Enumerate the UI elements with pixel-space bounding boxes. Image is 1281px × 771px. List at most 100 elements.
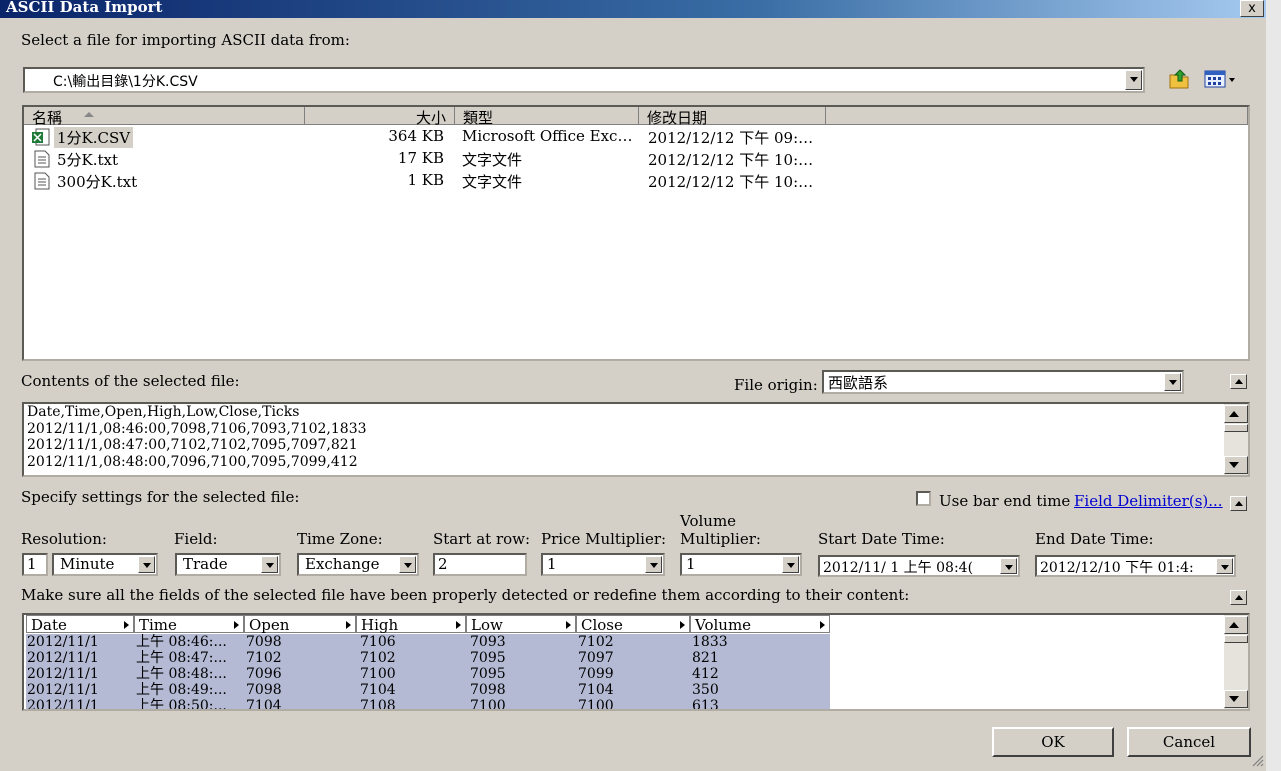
timezone-select[interactable]: Exchange bbox=[297, 553, 419, 576]
cancel-button[interactable]: Cancel bbox=[1127, 727, 1251, 757]
chevron-down-icon[interactable] bbox=[1125, 70, 1142, 90]
view-menu-icon[interactable] bbox=[1203, 68, 1243, 90]
file-origin-combo[interactable]: 西歐語系 bbox=[822, 370, 1184, 394]
cell-date: 2012/11/1 bbox=[27, 666, 99, 682]
field-select[interactable]: Trade bbox=[175, 553, 281, 576]
path-combo[interactable]: C:\輸出目錄\1分K.CSV bbox=[23, 67, 1145, 93]
chevron-down-icon[interactable] bbox=[1000, 558, 1017, 574]
scroll-down-button[interactable] bbox=[1224, 456, 1248, 474]
bar-end-checkbox[interactable] bbox=[916, 491, 931, 506]
volume-multiplier-select[interactable]: 1 bbox=[680, 553, 802, 576]
collapse-fields-button[interactable] bbox=[1230, 590, 1247, 605]
chevron-down-icon[interactable] bbox=[645, 556, 662, 573]
resolution-label: Resolution: bbox=[21, 530, 107, 548]
resize-grip-icon[interactable] bbox=[1250, 753, 1264, 767]
chevron-down-icon[interactable] bbox=[261, 556, 278, 573]
cell-date: 2012/11/1 bbox=[27, 682, 99, 698]
table-row[interactable]: 2012/11/1 上午 08:48:... 7096 7100 7095 70… bbox=[24, 666, 830, 682]
file-list[interactable]: 名稱 大小 類型 修改日期 1分K.CSV 364 KB Microsoft O… bbox=[22, 105, 1250, 361]
scroll-up-button[interactable] bbox=[1224, 616, 1248, 634]
field-header-low[interactable]: Low bbox=[466, 615, 576, 634]
file-type: Microsoft Office Exc… bbox=[462, 127, 633, 145]
cell-close: 7099 bbox=[578, 666, 614, 682]
field-menu-arrow-icon bbox=[566, 621, 571, 629]
cell-time: 上午 08:47:... bbox=[136, 650, 227, 666]
volume-multiplier-label-1: Volume bbox=[680, 512, 737, 530]
contents-line: 2012/11/1,08:47:00,7102,7102,7095,7097,8… bbox=[27, 437, 358, 453]
file-origin-label: File origin: bbox=[734, 376, 818, 394]
ok-button[interactable]: OK bbox=[992, 727, 1114, 757]
end-date-time-value: 2012/12/10 下午 01:4: bbox=[1040, 560, 1194, 576]
price-multiplier-value: 1 bbox=[547, 555, 557, 573]
field-header-time[interactable]: Time bbox=[134, 615, 244, 634]
fields-instruction-label: Make sure all the fields of the selected… bbox=[21, 586, 910, 604]
field-header-date[interactable]: Date bbox=[26, 615, 134, 634]
scroll-thumb[interactable] bbox=[1224, 424, 1248, 432]
column-header-blank bbox=[826, 107, 1248, 125]
contents-preview[interactable]: Date,Time,Open,High,Low,Close,Ticks 2012… bbox=[22, 402, 1250, 477]
field-header-label: Close bbox=[581, 616, 623, 634]
file-row-2[interactable]: 5分K.txt 17 KB 文字文件 2012/12/12 下午 10:… bbox=[32, 149, 1242, 169]
collapse-contents-button[interactable] bbox=[1230, 374, 1247, 389]
table-row[interactable]: 2012/11/1 上午 08:49:... 7098 7104 7098 71… bbox=[24, 682, 830, 698]
end-date-time-picker[interactable]: 2012/12/10 下午 01:4: bbox=[1035, 555, 1236, 577]
chevron-down-icon[interactable] bbox=[399, 556, 416, 573]
scroll-up-button[interactable] bbox=[1224, 405, 1248, 423]
cell-open: 7102 bbox=[246, 650, 282, 666]
resolution-number-value: 1 bbox=[27, 555, 37, 573]
fields-scrollbar[interactable] bbox=[1224, 615, 1248, 709]
file-row-3[interactable]: 300分K.txt 1 KB 文字文件 2012/12/12 下午 10:… bbox=[32, 171, 1242, 191]
chevron-down-icon[interactable] bbox=[138, 556, 155, 573]
resolution-unit-value: Minute bbox=[60, 555, 115, 573]
field-menu-arrow-icon bbox=[456, 621, 461, 629]
field-delimiter-link[interactable]: Field Delimiter(s)... bbox=[1074, 492, 1223, 510]
file-row-1[interactable]: 1分K.CSV 364 KB Microsoft Office Exc… 201… bbox=[32, 127, 1242, 148]
close-button[interactable]: x bbox=[1240, 0, 1264, 17]
column-header-type[interactable]: 類型 bbox=[455, 107, 639, 127]
resolution-number-input[interactable]: 1 bbox=[22, 553, 48, 576]
field-header-label: Date bbox=[31, 616, 67, 634]
cell-close: 7100 bbox=[578, 698, 614, 711]
contents-scrollbar[interactable] bbox=[1224, 404, 1248, 475]
file-modified: 2012/12/12 下午 10:… bbox=[648, 173, 814, 191]
cell-high: 7102 bbox=[360, 650, 396, 666]
start-row-input[interactable]: 2 bbox=[433, 553, 527, 576]
price-multiplier-select[interactable]: 1 bbox=[541, 553, 665, 576]
file-name: 1分K.CSV bbox=[54, 127, 134, 148]
field-header-close[interactable]: Close bbox=[576, 615, 690, 634]
table-row[interactable]: 2012/11/1 上午 08:46:... 7098 7106 7093 71… bbox=[24, 634, 830, 650]
table-row[interactable]: 2012/11/1 上午 08:50:... 7104 7108 7100 71… bbox=[24, 698, 830, 711]
title-bar: ASCII Data Import bbox=[0, 0, 1266, 18]
field-header-volume[interactable]: Volume bbox=[690, 615, 830, 634]
field-header-high[interactable]: High bbox=[356, 615, 466, 634]
cell-time: 上午 08:49:... bbox=[136, 682, 227, 698]
scroll-down-button[interactable] bbox=[1224, 690, 1248, 708]
text-file-icon bbox=[34, 150, 50, 168]
bar-end-label: Use bar end time bbox=[939, 492, 1071, 510]
chevron-down-icon[interactable] bbox=[1216, 558, 1233, 574]
field-header-label: Time bbox=[139, 616, 177, 634]
timezone-value: Exchange bbox=[305, 555, 380, 573]
start-date-time-picker[interactable]: 2012/11/ 1 上午 08:4( bbox=[818, 555, 1020, 577]
chevron-down-icon[interactable] bbox=[1164, 373, 1181, 391]
cell-low: 7095 bbox=[470, 650, 506, 666]
field-header-label: Volume bbox=[695, 616, 752, 634]
path-value: C:\輸出目錄\1分K.CSV bbox=[53, 74, 198, 90]
field-header-label: High bbox=[361, 616, 399, 634]
start-row-label: Start at row: bbox=[433, 530, 531, 548]
column-header-name[interactable]: 名稱 bbox=[24, 107, 305, 127]
up-folder-icon[interactable] bbox=[1167, 66, 1191, 90]
scroll-thumb[interactable] bbox=[1224, 635, 1248, 643]
chevron-down-icon[interactable] bbox=[782, 556, 799, 573]
fields-grid[interactable]: Date Time Open High Low Close Volume 201… bbox=[22, 613, 1250, 711]
cell-time: 上午 08:50:... bbox=[136, 698, 227, 711]
field-header-open[interactable]: Open bbox=[244, 615, 356, 634]
file-size: 17 KB bbox=[397, 149, 444, 167]
column-header-modified[interactable]: 修改日期 bbox=[639, 107, 826, 127]
contents-line: Date,Time,Open,High,Low,Close,Ticks bbox=[27, 404, 300, 420]
table-row[interactable]: 2012/11/1 上午 08:47:... 7102 7102 7095 70… bbox=[24, 650, 830, 666]
file-size: 364 KB bbox=[388, 127, 444, 145]
column-header-size[interactable]: 大小 bbox=[305, 107, 455, 127]
resolution-unit-select[interactable]: Minute bbox=[52, 553, 158, 576]
collapse-settings-button[interactable] bbox=[1230, 496, 1247, 511]
